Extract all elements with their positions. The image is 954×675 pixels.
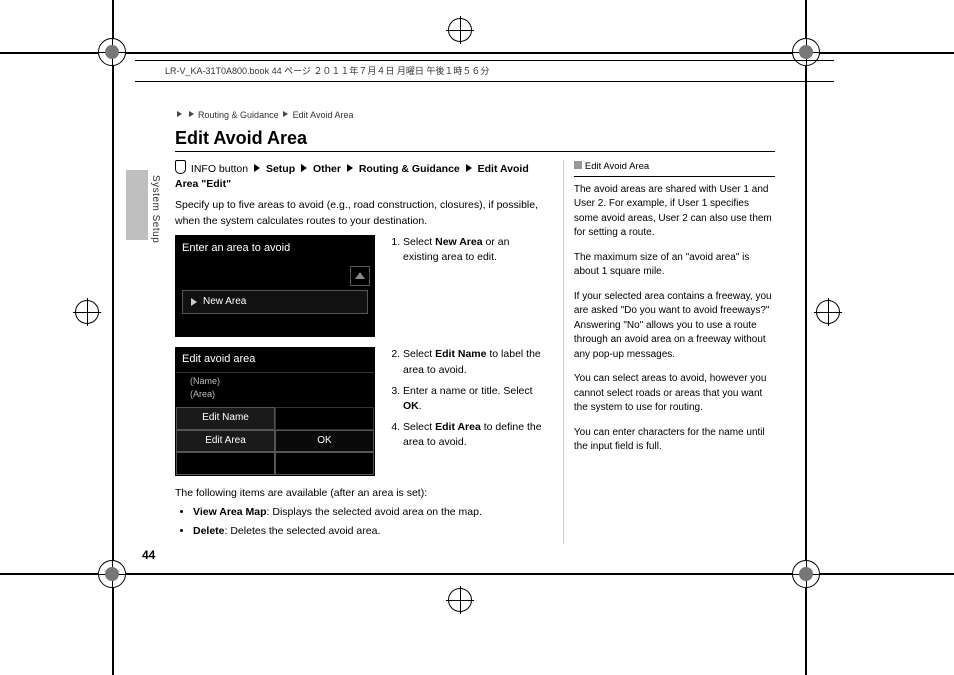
- page-title: Edit Avoid Area: [175, 128, 775, 152]
- list-item: Delete: Deletes the selected avoid area.: [193, 524, 543, 539]
- triangle-right-icon: [347, 164, 353, 172]
- section-label: System Setup: [150, 175, 161, 243]
- device-button-blank: [275, 452, 374, 475]
- device-button-ok: OK: [275, 430, 374, 453]
- triangle-right-icon: [301, 164, 307, 172]
- triangle-right-icon: [254, 164, 260, 172]
- registration-tick-icon: [816, 300, 840, 324]
- menu-path-step: "Edit": [201, 178, 231, 190]
- breadcrumb-item: Edit Avoid Area: [293, 110, 354, 120]
- section-tab: [126, 170, 148, 240]
- device-button-blank: [176, 452, 275, 475]
- step-item: Select New Area or an existing area to e…: [403, 235, 543, 265]
- registration-tick-icon: [448, 588, 472, 612]
- scroll-up-icon: [355, 272, 365, 279]
- info-paragraph: The avoid areas are shared with User 1 a…: [574, 183, 775, 241]
- breadcrumb: Routing & Guidance Edit Avoid Area: [175, 110, 775, 120]
- device-button-edit-area: Edit Area: [176, 430, 275, 453]
- chevron-right-icon: [283, 111, 288, 117]
- info-button-icon: [175, 160, 186, 174]
- info-paragraph: The maximum size of an "avoid area" is a…: [574, 251, 775, 280]
- menu-path: INFO button Setup Other Routing & Guidan…: [175, 160, 543, 192]
- device-title: Enter an area to avoid: [176, 236, 374, 262]
- device-field-placeholder: (Area): [190, 388, 360, 401]
- registration-mark-icon: [792, 560, 820, 588]
- step-item: Enter a name or title. Select OK.: [403, 384, 543, 414]
- menu-path-step: Setup: [266, 163, 295, 175]
- triangle-right-icon: [466, 164, 472, 172]
- device-button-blank: [275, 407, 374, 430]
- available-heading: The following items are available (after…: [175, 486, 543, 501]
- step-list: Select Edit Name to label the area to av…: [387, 347, 543, 450]
- list-item: View Area Map: Displays the selected avo…: [193, 505, 543, 520]
- device-screenshot: Edit avoid area (Name) (Area) Edit Name …: [175, 347, 375, 476]
- registration-tick-icon: [448, 18, 472, 42]
- device-field-placeholder: (Name): [190, 375, 360, 388]
- info-column-heading: Edit Avoid Area: [574, 160, 775, 177]
- info-paragraph: If your selected area contains a freeway…: [574, 290, 775, 363]
- step-list: Select New Area or an existing area to e…: [387, 235, 543, 265]
- device-button-edit-name: Edit Name: [176, 407, 275, 430]
- note-icon: [574, 161, 582, 169]
- info-paragraph: You can select areas to avoid, however y…: [574, 372, 775, 416]
- menu-path-step: INFO button: [191, 163, 248, 175]
- print-meta-header: LR-V_KA-31T0A800.book 44 ページ ２０１１年７月４日 月…: [135, 60, 834, 82]
- breadcrumb-item: Routing & Guidance: [198, 110, 279, 120]
- device-list-item: New Area: [182, 290, 368, 315]
- menu-path-step: Routing & Guidance: [359, 163, 460, 175]
- menu-path-step: Other: [313, 163, 341, 175]
- registration-mark-icon: [98, 560, 126, 588]
- page-number: 44: [142, 548, 155, 562]
- chevron-right-icon: [189, 111, 194, 117]
- step-item: Select Edit Area to define the area to a…: [403, 420, 543, 450]
- step-item: Select Edit Name to label the area to av…: [403, 347, 543, 377]
- triangle-right-icon: [191, 298, 197, 306]
- device-screenshot: Enter an area to avoid New Area: [175, 235, 375, 337]
- chevron-right-icon: [177, 111, 182, 117]
- available-list: View Area Map: Displays the selected avo…: [175, 505, 543, 539]
- section-intro: Specify up to five areas to avoid (e.g.,…: [175, 198, 543, 228]
- device-title: Edit avoid area: [176, 348, 374, 373]
- registration-tick-icon: [75, 300, 99, 324]
- registration-mark-icon: [98, 38, 126, 66]
- device-list-label: New Area: [203, 295, 246, 310]
- info-paragraph: You can enter characters for the name un…: [574, 426, 775, 455]
